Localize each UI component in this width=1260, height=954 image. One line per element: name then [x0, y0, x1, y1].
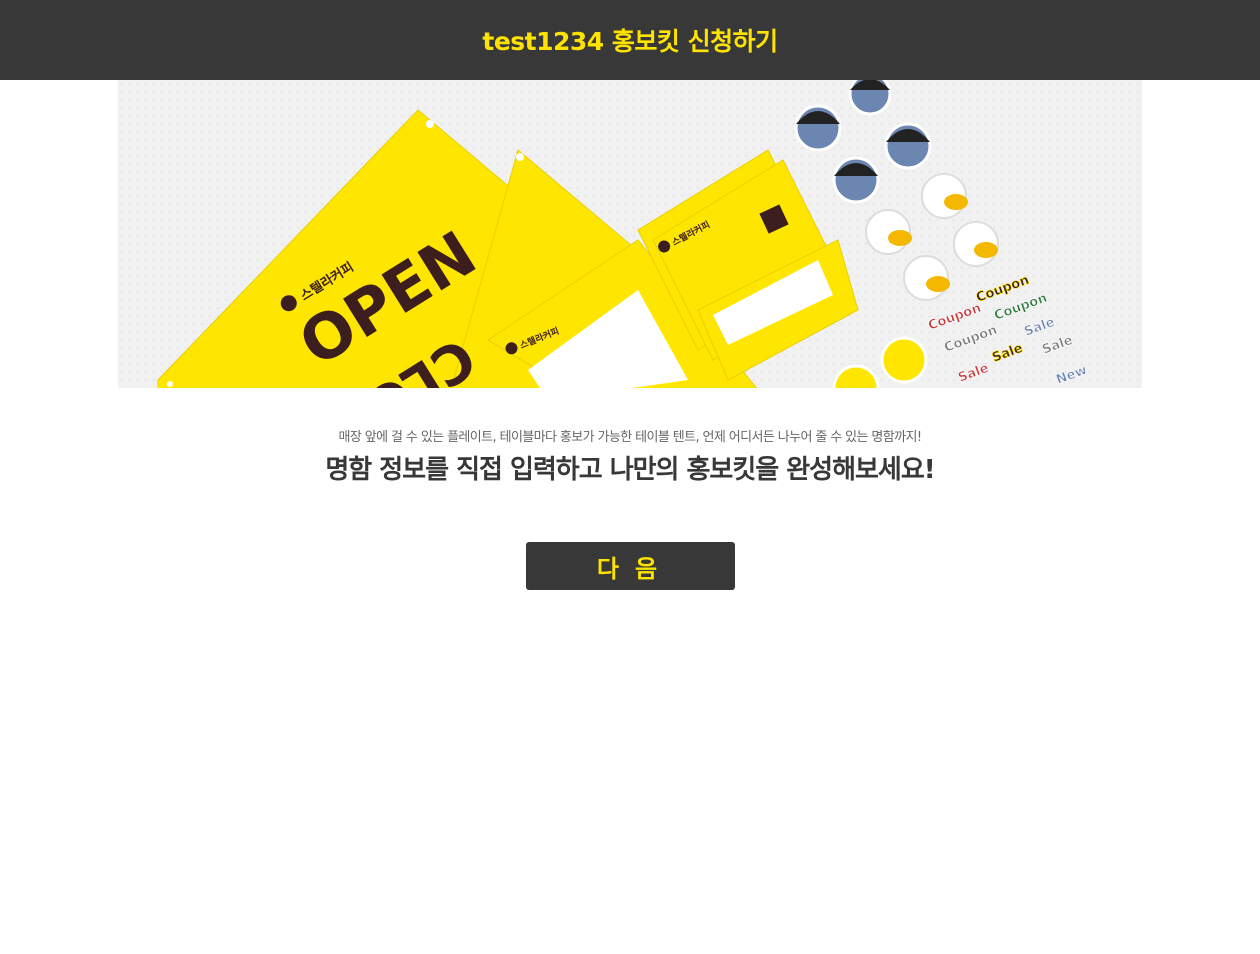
promo-kit-banner-image: 스텔라커피 OPEN CLOSED 스텔라커피 스텔라커피	[118, 80, 1142, 388]
intro-subtitle: 매장 앞에 걸 수 있는 플레이트, 테이블마다 홍보가 가능한 테이블 텐트,…	[338, 430, 923, 445]
top-header-bar: test1234 홍보킷 신청하기	[0, 0, 1260, 80]
text-stickers-graphic: Coupon Coupon Coupon Coupon Sale Sale Sa…	[926, 272, 1090, 388]
intro-text-section: 매장 앞에 걸 수 있는 플레이트, 테이블마다 홍보가 가능한 테이블 텐트,…	[0, 426, 1260, 486]
sticker-sale-4: Sale	[1040, 333, 1075, 358]
page-title: test1234 홍보킷 신청하기	[482, 27, 778, 56]
action-area: 다음	[0, 542, 1260, 590]
next-button[interactable]: 다음	[525, 542, 735, 590]
intro-headline: 명함 정보를 직접 입력하고 나만의 홍보킷을 완성해보세요!	[325, 455, 935, 485]
sticker-sale-3: Sale	[1022, 315, 1057, 340]
sticker-new: New	[1054, 363, 1089, 388]
sticker-sale-2: Sale	[990, 341, 1025, 366]
sticker-sale-1: Sale	[956, 361, 991, 386]
promo-kit-illustration: 스텔라커피 OPEN CLOSED 스텔라커피 스텔라커피	[157, 80, 1090, 388]
